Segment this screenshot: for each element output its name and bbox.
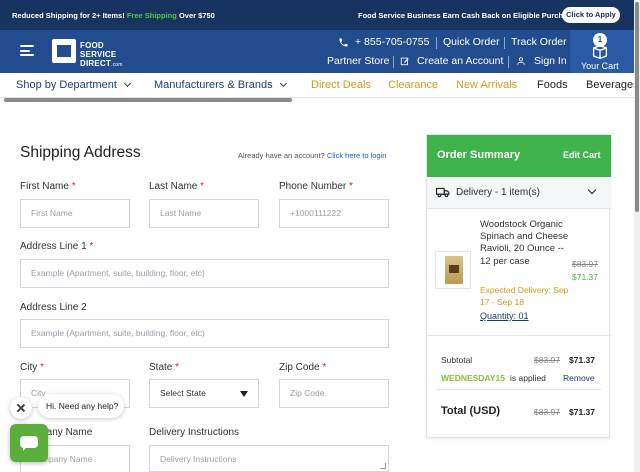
promo-left-suffix: Over $750: [178, 11, 215, 20]
chat-close-icon[interactable]: [10, 397, 32, 419]
summary-divider: [437, 389, 601, 390]
delivery-instructions-label: Delivery Instructions: [149, 427, 240, 438]
last-name-input[interactable]: Last Name: [149, 199, 259, 228]
order-summary-title: Order Summary: [437, 149, 521, 161]
promo-bar: Reduced Shipping for 2+ Items! Free Ship…: [0, 0, 634, 30]
address-line1-input[interactable]: Example (Apartment, suite, building, flo…: [20, 259, 389, 288]
subtotal-value: $71.37: [569, 355, 595, 365]
user-icon: [517, 57, 525, 65]
state-label: State *: [149, 362, 180, 373]
promo-left-prefix: Reduced Shipping for 2+ Items!: [12, 11, 125, 20]
sign-in-link[interactable]: Sign In: [534, 55, 567, 67]
create-account-link[interactable]: Create an Account: [417, 55, 503, 67]
total-value: $71.37: [569, 407, 595, 417]
logo-line2: DIRECT: [80, 59, 111, 68]
nav-direct-deals[interactable]: Direct Deals: [311, 79, 371, 91]
nav-new-arrivals[interactable]: New Arrivals: [456, 79, 517, 91]
logo-sub: .com: [110, 62, 123, 68]
page-scrollbar-thumb[interactable]: [635, 2, 639, 212]
order-summary-panel: Order Summary Edit Cart Delivery - 1 ite…: [426, 134, 611, 438]
first-name-input[interactable]: First Name: [20, 199, 130, 228]
chevron-down-icon[interactable]: [587, 185, 597, 195]
nav-label: Shop by Department: [16, 79, 117, 91]
site-header: FOOD SERVICE DIRECT.com + 855-705-0755 Q…: [0, 30, 634, 73]
delivery-instructions-placeholder: Delivery Instructions: [160, 454, 237, 464]
logo-line1: FOOD SERVICE: [80, 41, 117, 59]
nav-clearance[interactable]: Clearance: [388, 79, 438, 91]
chevron-down-icon: [279, 79, 287, 88]
site-logo[interactable]: FOOD SERVICE DIRECT.com: [52, 37, 132, 68]
edit-icon: [400, 57, 409, 66]
cart-button[interactable]: 1 Your Cart: [570, 30, 634, 73]
header-divider: [393, 56, 394, 68]
subtotal-original: $83.97: [534, 355, 560, 365]
click-to-apply-button[interactable]: Click to Apply: [562, 7, 620, 23]
page-title: Shipping Address: [20, 144, 141, 161]
header-divider: [504, 37, 505, 49]
delivery-instructions-textarea[interactable]: Delivery Instructions: [149, 445, 389, 472]
product-quantity[interactable]: Quantity: 01: [480, 311, 529, 321]
address-line1-label: Address Line 1 *: [20, 241, 94, 252]
login-hint: Already have an account? Click here to l…: [238, 151, 386, 160]
chat-launcher-button[interactable]: [10, 424, 48, 462]
zip-code-label: Zip Code *: [279, 362, 327, 373]
expected-delivery: Expected Delivery: Sep 17 - Sep 18: [480, 285, 569, 307]
track-order-link[interactable]: Track Order: [511, 36, 567, 48]
product-price-discounted: $71.37: [572, 272, 598, 282]
login-hint-text: Already have an account?: [238, 151, 325, 160]
phone-icon: [339, 38, 348, 47]
caret-down-icon: [240, 391, 248, 397]
header-divider: [436, 37, 437, 49]
delivery-label: Delivery - 1 item(s): [456, 187, 540, 198]
truck-icon: [436, 187, 450, 198]
nav-manufacturers-brands[interactable]: Manufacturers & Brands: [154, 79, 287, 91]
product-image[interactable]: [435, 251, 471, 289]
first-name-label: First Name *: [20, 181, 76, 192]
promo-left-text: Reduced Shipping for 2+ Items! Free Ship…: [12, 11, 215, 20]
chat-greeting-bubble[interactable]: Hi. Need any help?: [38, 394, 124, 418]
total-label: Total (USD): [441, 405, 501, 417]
subtotal-label: Subtotal: [441, 355, 473, 365]
logo-text: FOOD SERVICE DIRECT.com: [80, 41, 132, 70]
hamburger-icon[interactable]: [20, 45, 34, 56]
nav-foods[interactable]: Foods: [537, 79, 568, 91]
delivery-accordion[interactable]: Delivery - 1 item(s): [427, 177, 611, 209]
resize-grip-icon[interactable]: [380, 463, 386, 469]
city-label: City *: [20, 362, 44, 373]
promo-right-text: Food Service Business Earn Cash Back on …: [358, 11, 582, 20]
product-price-original: $83.97: [572, 259, 598, 269]
cart-label: Your Cart: [581, 61, 619, 71]
product-name[interactable]: Woodstock Organic Spinach and Cheese Rav…: [480, 219, 572, 268]
promo-code: WEDNESDAY15: [441, 373, 505, 383]
address-line2-input[interactable]: Example (Apartment, suite, building, flo…: [20, 319, 389, 348]
partner-store-link[interactable]: Partner Store: [327, 55, 389, 67]
summary-divider: [427, 335, 611, 336]
order-summary-header: Order Summary Edit Cart: [427, 135, 611, 177]
edit-cart-link[interactable]: Edit Cart: [563, 150, 601, 160]
last-name-label: Last Name *: [149, 181, 205, 192]
state-select[interactable]: Select State: [149, 379, 259, 408]
remove-promo-link[interactable]: Remove: [563, 373, 595, 383]
zip-code-input[interactable]: Zip Code: [279, 379, 389, 408]
phone-number-label: Phone Number *: [279, 181, 353, 192]
main-nav: Shop by Department Manufacturers & Brand…: [0, 73, 639, 98]
chat-icon: [20, 436, 38, 451]
nav-label: Manufacturers & Brands: [154, 79, 273, 91]
total-original: $83.97: [534, 407, 560, 417]
nav-beverages[interactable]: Beverages: [586, 79, 639, 91]
phone-number-link[interactable]: + 855-705-0755: [355, 36, 429, 48]
header-divider: [508, 56, 509, 68]
cart-icon: [592, 44, 608, 60]
nav-scrollbar[interactable]: [4, 98, 292, 102]
promo-applied-text: is applied: [510, 373, 546, 383]
address-line2-label: Address Line 2: [20, 302, 87, 313]
promo-free-shipping: Free Shipping: [126, 11, 177, 20]
chevron-down-icon: [123, 79, 131, 88]
logo-box-icon: [52, 39, 76, 63]
phone-number-input[interactable]: +1000111222: [279, 199, 389, 228]
state-select-value: Select State: [160, 388, 206, 398]
quick-order-link[interactable]: Quick Order: [443, 36, 500, 48]
nav-shop-by-department[interactable]: Shop by Department: [16, 79, 131, 91]
login-link[interactable]: Click here to login: [327, 151, 387, 160]
